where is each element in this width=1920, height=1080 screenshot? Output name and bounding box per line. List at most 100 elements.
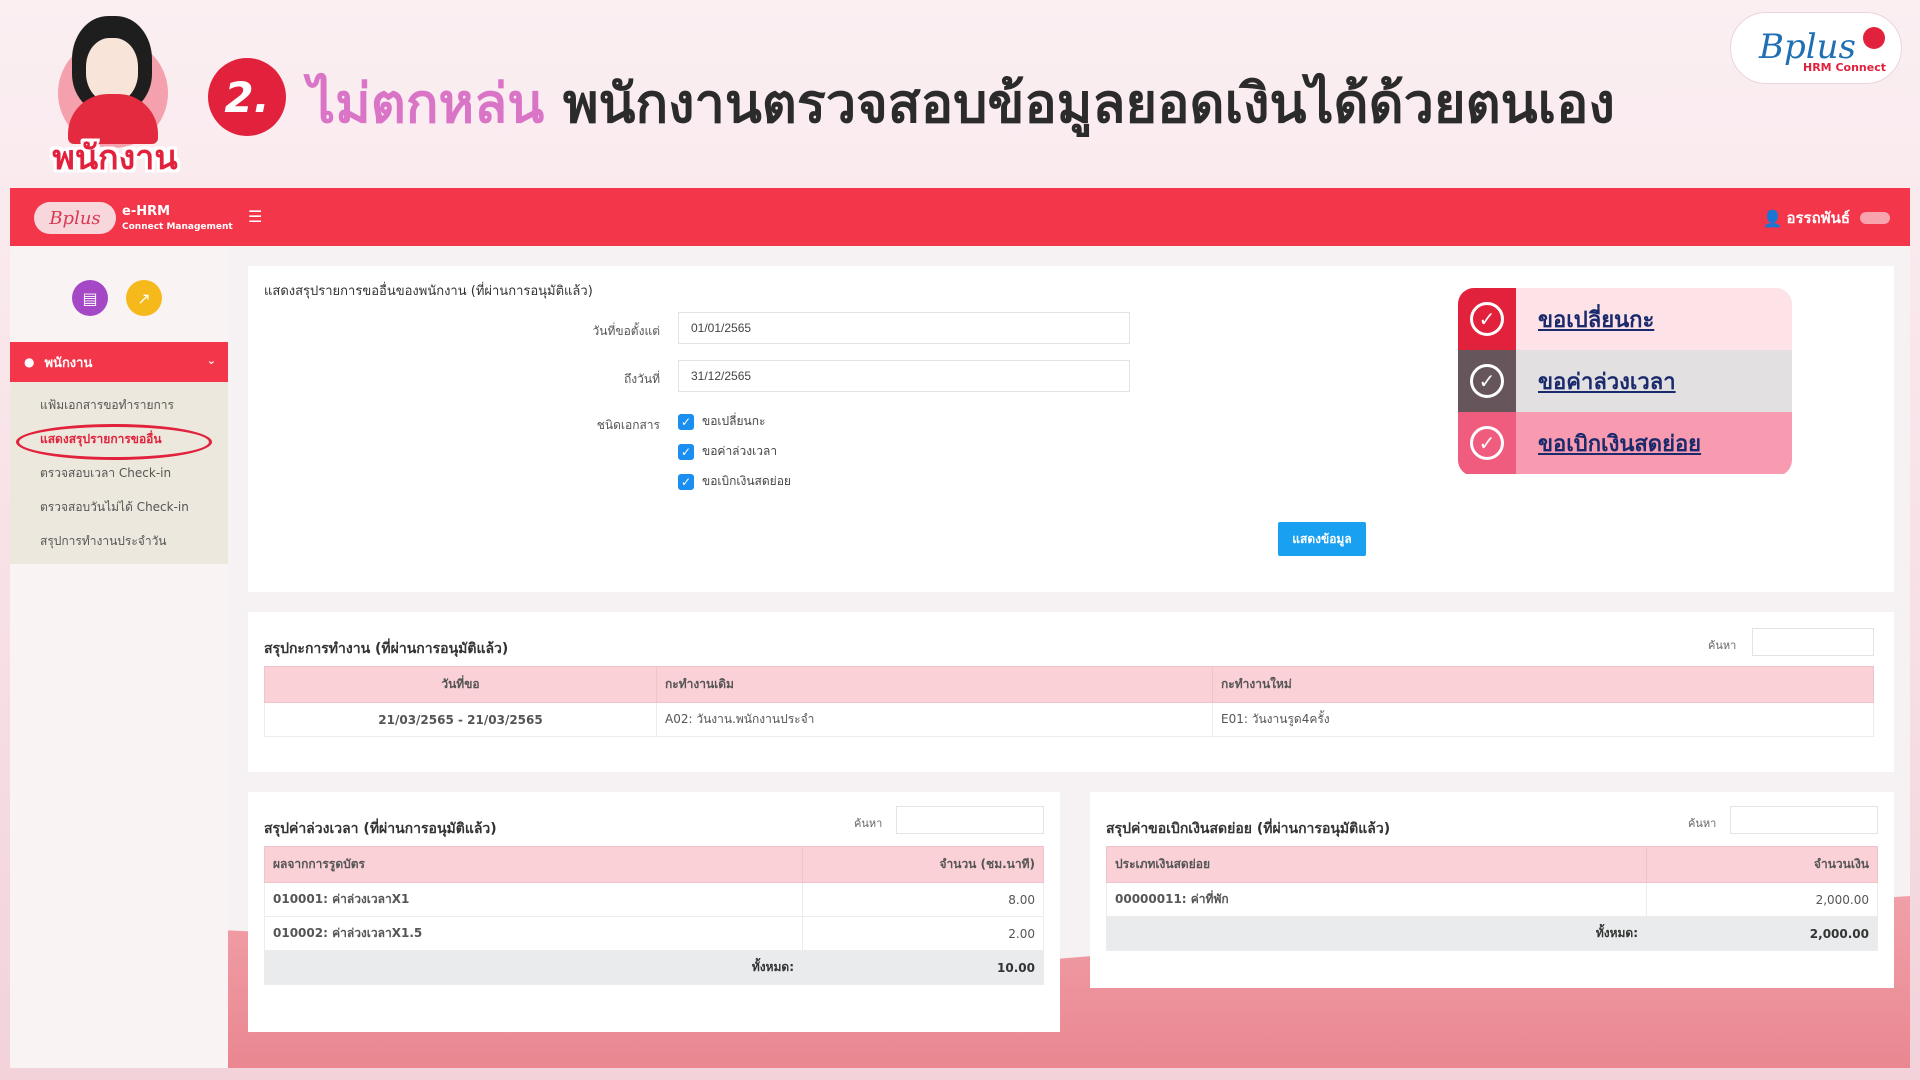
total-label: ทั้งหมด: (1106, 916, 1647, 951)
legend-label: ขอเปลี่ยนกะ (1538, 307, 1655, 333)
total-value: 2,000.00 (1646, 916, 1878, 951)
total-value: 10.00 (802, 950, 1044, 985)
check-icon: ✓ (678, 413, 694, 430)
table-header-row: วันที่ขอ กะทำงานเดิม กะทำงานใหม่ (264, 666, 1874, 703)
app-title: e-HRM (122, 204, 171, 219)
cash-amount-cell: 2,000.00 (1646, 882, 1878, 917)
overtime-search-input[interactable] (896, 806, 1044, 834)
table-row[interactable]: 010001: ค่าล่วงเวลาX1 8.00 (264, 882, 1044, 917)
shift-table: วันที่ขอ กะทำงานเดิม กะทำงานใหม่ 21/03/2… (264, 666, 1874, 737)
check-circle-icon: ✓ (1470, 426, 1504, 460)
brand-logo: Bplus HRM Connect (1730, 12, 1902, 84)
shift-summary-title: สรุปกะการทำงาน (ที่ผ่านการอนุมัติแล้ว) (264, 641, 509, 657)
checkbox-label: ขอเปลี่ยนกะ (702, 414, 766, 428)
legend-icon-box: ✓ (1458, 288, 1516, 350)
ot-amount-cell: 2.00 (802, 916, 1044, 951)
overtime-table: ผลจากการรูดบัตร จำนวน (ชม.นาที) 010001: … (264, 846, 1044, 985)
avatar-label: พนักงาน (52, 138, 178, 178)
checkbox-overtime[interactable]: ✓ ขอค่าล่วงเวลา (678, 442, 777, 461)
from-date-input[interactable] (678, 312, 1130, 344)
document-icon[interactable]: ▤ (72, 280, 108, 316)
table-header-row: ประเภทเงินสดย่อย จำนวนเงิน (1106, 846, 1878, 883)
checkbox-petty-cash[interactable]: ✓ ขอเบิกเงินสดย่อย (678, 472, 791, 491)
filter-card: แสดงสรุปรายการขออื่นของพนักงาน (ที่ผ่านก… (248, 266, 1894, 592)
overtime-summary-title: สรุปค่าล่วงเวลา (ที่ผ่านการอนุมัติแล้ว) (264, 821, 497, 837)
sidebar-item-request-files[interactable]: แฟ้มเอกสารขอทำรายการ (10, 388, 228, 422)
shift-summary-card: สรุปกะการทำงาน (ที่ผ่านการอนุมัติแล้ว) ค… (248, 612, 1894, 772)
sidebar-item-checkin-time[interactable]: ตรวจสอบเวลา Check-in (10, 456, 228, 490)
column-header: ประเภทเงินสดย่อย (1106, 846, 1647, 883)
sidebar-shortcuts: ▤ ↗ (72, 280, 162, 316)
search-label: ค้นหา (1708, 639, 1737, 652)
employee-avatar: พนักงาน (40, 8, 190, 178)
total-label: ทั้งหมด: (264, 950, 803, 985)
table-row[interactable]: 21/03/2565 - 21/03/2565 A02: วันงาน.พนัก… (264, 702, 1874, 737)
petty-cash-summary-title: สรุปค่าขอเบิกเงินสดย่อย (ที่ผ่านการอนุมั… (1106, 821, 1391, 837)
column-header: จำนวนเงิน (1646, 846, 1878, 883)
share-icon (1863, 27, 1885, 49)
table-row[interactable]: 00000011: ค่าที่พัก 2,000.00 (1106, 882, 1878, 917)
check-circle-icon: ✓ (1470, 364, 1504, 398)
ot-type-cell: 010001: ค่าล่วงเวลาX1 (264, 882, 803, 917)
chevron-down-icon: ⌄ (206, 354, 216, 367)
legend-overtime: ✓ ขอค่าล่วงเวลา (1458, 350, 1792, 412)
total-row: ทั้งหมด: 2,000.00 (1106, 916, 1878, 951)
headline: ไม่ตกหล่น พนักงานตรวจสอบข้อมูลยอดเงินได้… (308, 60, 1615, 146)
sidebar-item-request-summary[interactable]: แสดงสรุปรายการขออื่น (10, 422, 228, 460)
column-header: กะทำงานใหม่ (1212, 666, 1874, 703)
check-circle-icon: ✓ (1470, 302, 1504, 336)
column-header: วันที่ขอ (264, 666, 657, 703)
ot-type-cell: 010002: ค่าล่วงเวลาX1.5 (264, 916, 803, 951)
to-date-input[interactable] (678, 360, 1130, 392)
legend-label: ขอเบิกเงินสดย่อย (1538, 431, 1702, 457)
user-name-blurred (1860, 212, 1890, 224)
user-menu[interactable]: 👤 อรรถพันธ์ (1763, 206, 1890, 230)
filter-title: แสดงสรุปรายการขออื่นของพนักงาน (ที่ผ่านก… (264, 284, 593, 299)
headline-highlight: ไม่ตกหล่น (308, 72, 545, 135)
sidebar-item-daily-summary[interactable]: สรุปการทำงานประจำวัน (10, 524, 228, 558)
legend-label: ขอค่าล่วงเวลา (1538, 369, 1676, 395)
from-date-label: วันที่ขอตั้งแต่ (592, 324, 660, 338)
main-content: แสดงสรุปรายการขออื่นของพนักงาน (ที่ผ่านก… (228, 246, 1910, 1068)
chart-icon[interactable]: ↗ (126, 280, 162, 316)
app-subtitle: Connect Management (122, 222, 233, 232)
column-header: กะทำงานเดิม (656, 666, 1213, 703)
person-icon: ● (24, 355, 35, 369)
show-data-button[interactable]: แสดงข้อมูล (1278, 522, 1366, 556)
sidebar-group-employee[interactable]: ● พนักงาน ⌄ (10, 342, 228, 382)
sidebar-items: แฟ้มเอกสารขอทำรายการ แสดงสรุปรายการขออื่… (10, 382, 228, 564)
check-icon: ✓ (678, 473, 694, 490)
request-date-cell: 21/03/2565 - 21/03/2565 (264, 702, 657, 737)
app-window: Bplus e-HRM Connect Management ☰ 👤 อรรถพ… (10, 188, 1910, 1068)
petty-cash-table: ประเภทเงินสดย่อย จำนวนเงิน 00000011: ค่า… (1106, 846, 1878, 951)
checkbox-shift-change[interactable]: ✓ ขอเปลี่ยนกะ (678, 412, 765, 431)
legend-icon-box: ✓ (1458, 412, 1516, 474)
checkbox-label: ขอค่าล่วงเวลา (702, 444, 778, 458)
shift-search-input[interactable] (1752, 628, 1874, 656)
legend-shift-change: ✓ ขอเปลี่ยนกะ (1458, 288, 1792, 350)
overtime-summary-card: สรุปค่าล่วงเวลา (ที่ผ่านการอนุมัติแล้ว) … (248, 792, 1060, 1032)
check-icon: ✓ (678, 443, 694, 460)
legend-petty-cash: ✓ ขอเบิกเงินสดย่อย (1458, 412, 1792, 474)
checkbox-label: ขอเบิกเงินสดย่อย (702, 474, 791, 488)
brand-subtitle: HRM Connect (1803, 61, 1886, 74)
column-header: ผลจากการรูดบัตร (264, 846, 803, 883)
topbar: Bplus e-HRM Connect Management ☰ 👤 อรรถพ… (10, 188, 1910, 246)
sidebar-item-missing-checkin[interactable]: ตรวจสอบวันไม่ได้ Check-in (10, 490, 228, 524)
doctype-label: ชนิดเอกสาร (596, 418, 660, 432)
column-header: จำนวน (ชม.นาที) (802, 846, 1044, 883)
avatar-face (86, 38, 138, 102)
cash-type-cell: 00000011: ค่าที่พัก (1106, 882, 1647, 917)
sidebar: ▤ ↗ ● พนักงาน ⌄ แฟ้มเอกสารขอทำรายการ แสด… (10, 246, 228, 1068)
headline-text: พนักงานตรวจสอบข้อมูลยอดเงินได้ด้วยตนเอง (562, 72, 1615, 135)
old-shift-cell: A02: วันงาน.พนักงานประจำ (656, 702, 1213, 737)
app-logo[interactable]: Bplus (34, 202, 116, 234)
new-shift-cell: E01: วันงานรูด4ครั้ง (1212, 702, 1874, 737)
table-row[interactable]: 010002: ค่าล่วงเวลาX1.5 2.00 (264, 916, 1044, 951)
petty-cash-search-input[interactable] (1730, 806, 1878, 834)
user-name: อรรถพันธ์ (1786, 209, 1850, 227)
to-date-label: ถึงวันที่ (624, 372, 660, 386)
total-row: ทั้งหมด: 10.00 (264, 950, 1044, 985)
search-label: ค้นหา (1688, 817, 1717, 830)
hamburger-icon[interactable]: ☰ (248, 208, 266, 226)
